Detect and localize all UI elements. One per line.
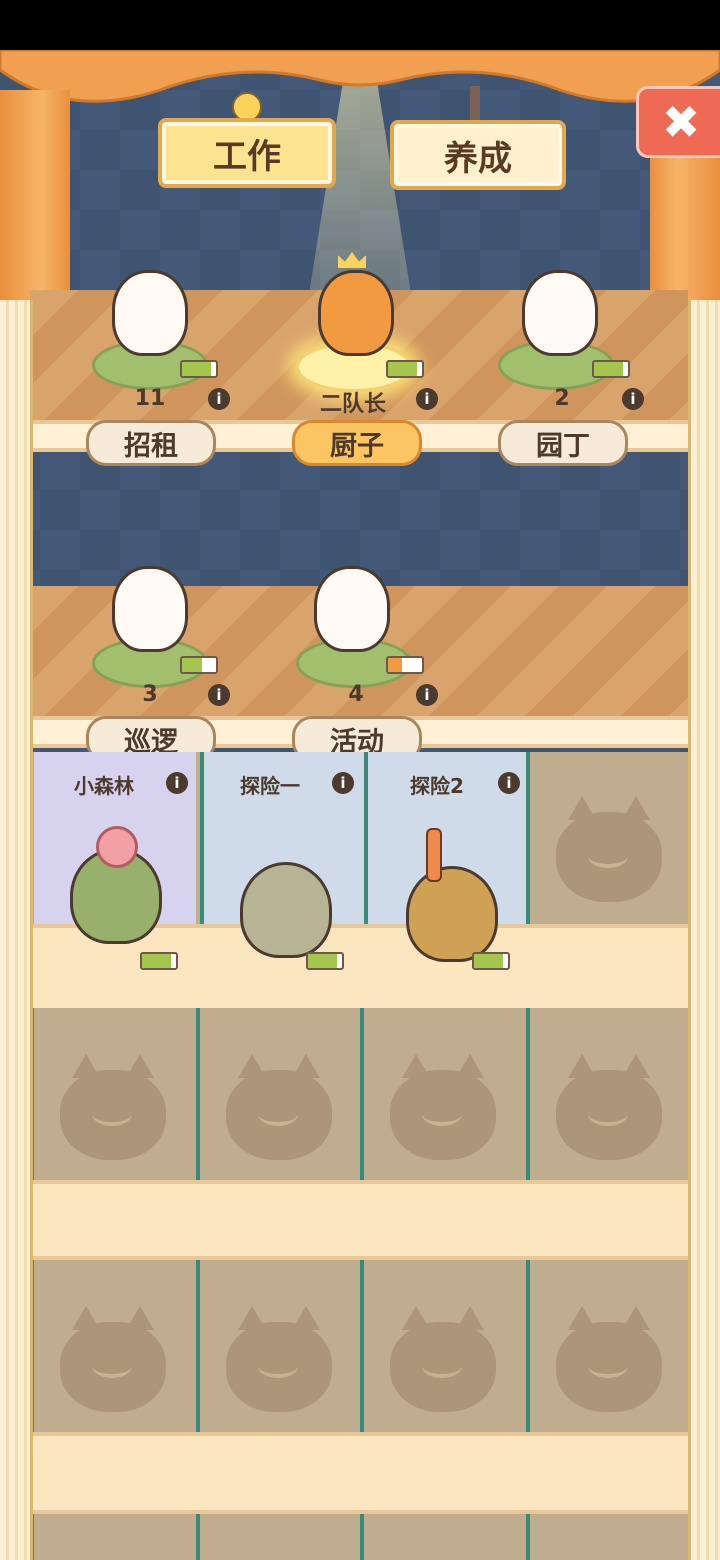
slot-number: 11 [134,386,166,411]
info-icon[interactable]: i [332,772,354,794]
battery-icon [180,360,218,378]
shelf-bar [30,1432,688,1514]
job-button-gardener[interactable]: 园丁 [498,420,628,466]
empty-row-2 [30,1260,692,1432]
empty-slot [526,1514,692,1560]
battery-icon [472,952,510,970]
feather-hat-icon [426,828,442,882]
empty-row-3 [30,1514,692,1560]
slot-number: 二队长 [319,392,386,417]
battery-icon [386,360,424,378]
empty-cat-silhouette-icon [226,1054,332,1160]
empty-cat-silhouette-icon [60,1306,166,1412]
empty-cat-silhouette-icon [390,1306,496,1412]
tab-raise[interactable]: 养成 [390,120,566,190]
info-icon[interactable]: i [208,388,230,410]
info-icon[interactable]: i [622,388,644,410]
slot-number: 3 [142,682,158,707]
empty-slot [360,1514,526,1560]
empty-cat-silhouette-icon [60,1054,166,1160]
empty-cat-silhouette-icon [390,1054,496,1160]
cat-slot-3[interactable] [522,270,598,356]
tab-work[interactable]: 工作 [158,118,336,188]
empty-slot [30,1514,196,1560]
battery-icon [386,656,424,674]
flower-icon [96,826,138,868]
expedition-label: 探险一 [240,774,300,798]
cat-slot-1[interactable] [112,270,188,356]
cat-slot-2[interactable] [318,270,394,356]
battery-icon [592,360,630,378]
shelf-bar [30,1180,688,1260]
battery-icon [180,656,218,674]
close-icon: ✖ [661,95,701,149]
empty-cat-silhouette-icon [556,796,662,902]
empty-cat-silhouette-icon [556,1054,662,1160]
job-button-rent[interactable]: 招租 [86,420,216,466]
cat-slot-5[interactable] [314,566,390,652]
empty-cat-silhouette-icon [226,1306,332,1412]
close-button[interactable]: ✖ [636,86,720,158]
job-button-cook[interactable]: 厨子 [292,420,422,466]
tab-hanger-rod [470,86,480,120]
empty-cat-silhouette-icon [556,1306,662,1412]
feather-hat-cat[interactable] [406,866,498,962]
empty-slot [196,1514,362,1560]
empty-row-1 [30,1008,692,1180]
game-screen: 工作 养成 ✖ 11 i 二队长 i 2 i 招租 厨子 园丁 3 i 4 i … [0,0,720,1560]
expedition-label: 探险2 [410,774,464,798]
info-icon[interactable]: i [498,772,520,794]
battery-icon [306,952,344,970]
info-icon[interactable]: i [416,388,438,410]
curtain-valance [0,50,720,103]
slot-number: 2 [554,386,570,411]
pillar-right [688,300,720,1560]
info-icon[interactable]: i [416,684,438,706]
dragon-costume-cat[interactable] [240,862,332,958]
cat-slot-4[interactable] [112,566,188,652]
slot-number: 4 [348,682,364,707]
pillar-left [0,300,33,1560]
battery-icon [140,952,178,970]
expedition-label: 小森林 [74,774,134,798]
info-icon[interactable]: i [208,684,230,706]
info-icon[interactable]: i [166,772,188,794]
